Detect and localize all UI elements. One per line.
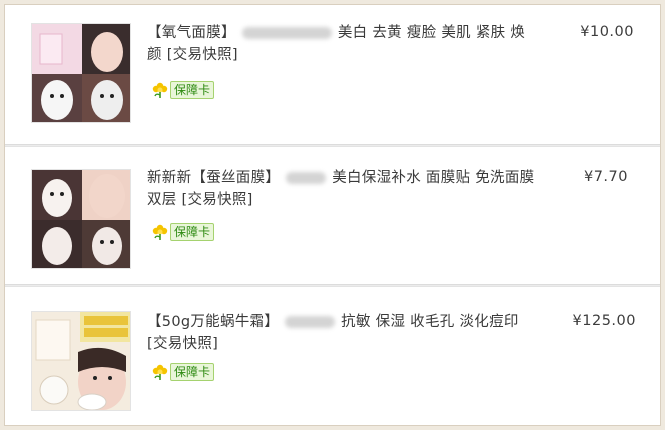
order-list: 【氧气面膜】 美白 去黄 瘦脸 美肌 紧肤 焕颜 [交易快照] ¥10.00 保障… [4,4,661,426]
badge-label: 保障卡 [170,363,215,381]
guarantee-badge[interactable]: 保障卡 [151,363,215,381]
title-prefix: 【氧气面膜】 [147,25,236,41]
badge-label: 保障卡 [170,223,215,241]
guarantee-badge[interactable]: 保障卡 [151,81,215,99]
list-item: 新新新【蚕丝面膜】 美白保湿补水 面膜贴 免洗面膜 双层 [交易快照] ¥7.70… [5,147,660,287]
list-item: 【氧气面膜】 美白 去黄 瘦脸 美肌 紧肤 焕颜 [交易快照] ¥10.00 保障… [5,5,660,147]
redacted-text [285,316,336,328]
product-title[interactable]: 新新新【蚕丝面膜】 美白保湿补水 面膜贴 免洗面膜 双层 [交易快照] [147,167,537,211]
title-prefix: 新新新【蚕丝面膜】 [147,170,281,186]
title-prefix: 【50g万能蜗牛霜】 [147,314,280,330]
flower-icon [152,82,168,98]
product-title[interactable]: 【50g万能蜗牛霜】 抗敏 保湿 收毛孔 淡化痘印 [交易快照] [147,311,537,355]
flower-icon [152,364,168,380]
redacted-text [241,27,332,39]
product-thumbnail[interactable] [31,23,131,123]
list-item: 【50g万能蜗牛霜】 抗敏 保湿 收毛孔 淡化痘印 [交易快照] ¥125.00 … [5,287,660,425]
product-thumbnail[interactable] [31,311,131,411]
badge-label: 保障卡 [170,81,215,99]
redacted-text [286,172,327,184]
price: ¥125.00 [572,313,636,329]
guarantee-badge[interactable]: 保障卡 [151,223,215,241]
product-title[interactable]: 【氧气面膜】 美白 去黄 瘦脸 美肌 紧肤 焕颜 [交易快照] [147,22,537,66]
flower-icon [152,224,168,240]
price: ¥7.70 [583,169,628,185]
product-thumbnail[interactable] [31,169,131,269]
price: ¥10.00 [580,24,634,40]
